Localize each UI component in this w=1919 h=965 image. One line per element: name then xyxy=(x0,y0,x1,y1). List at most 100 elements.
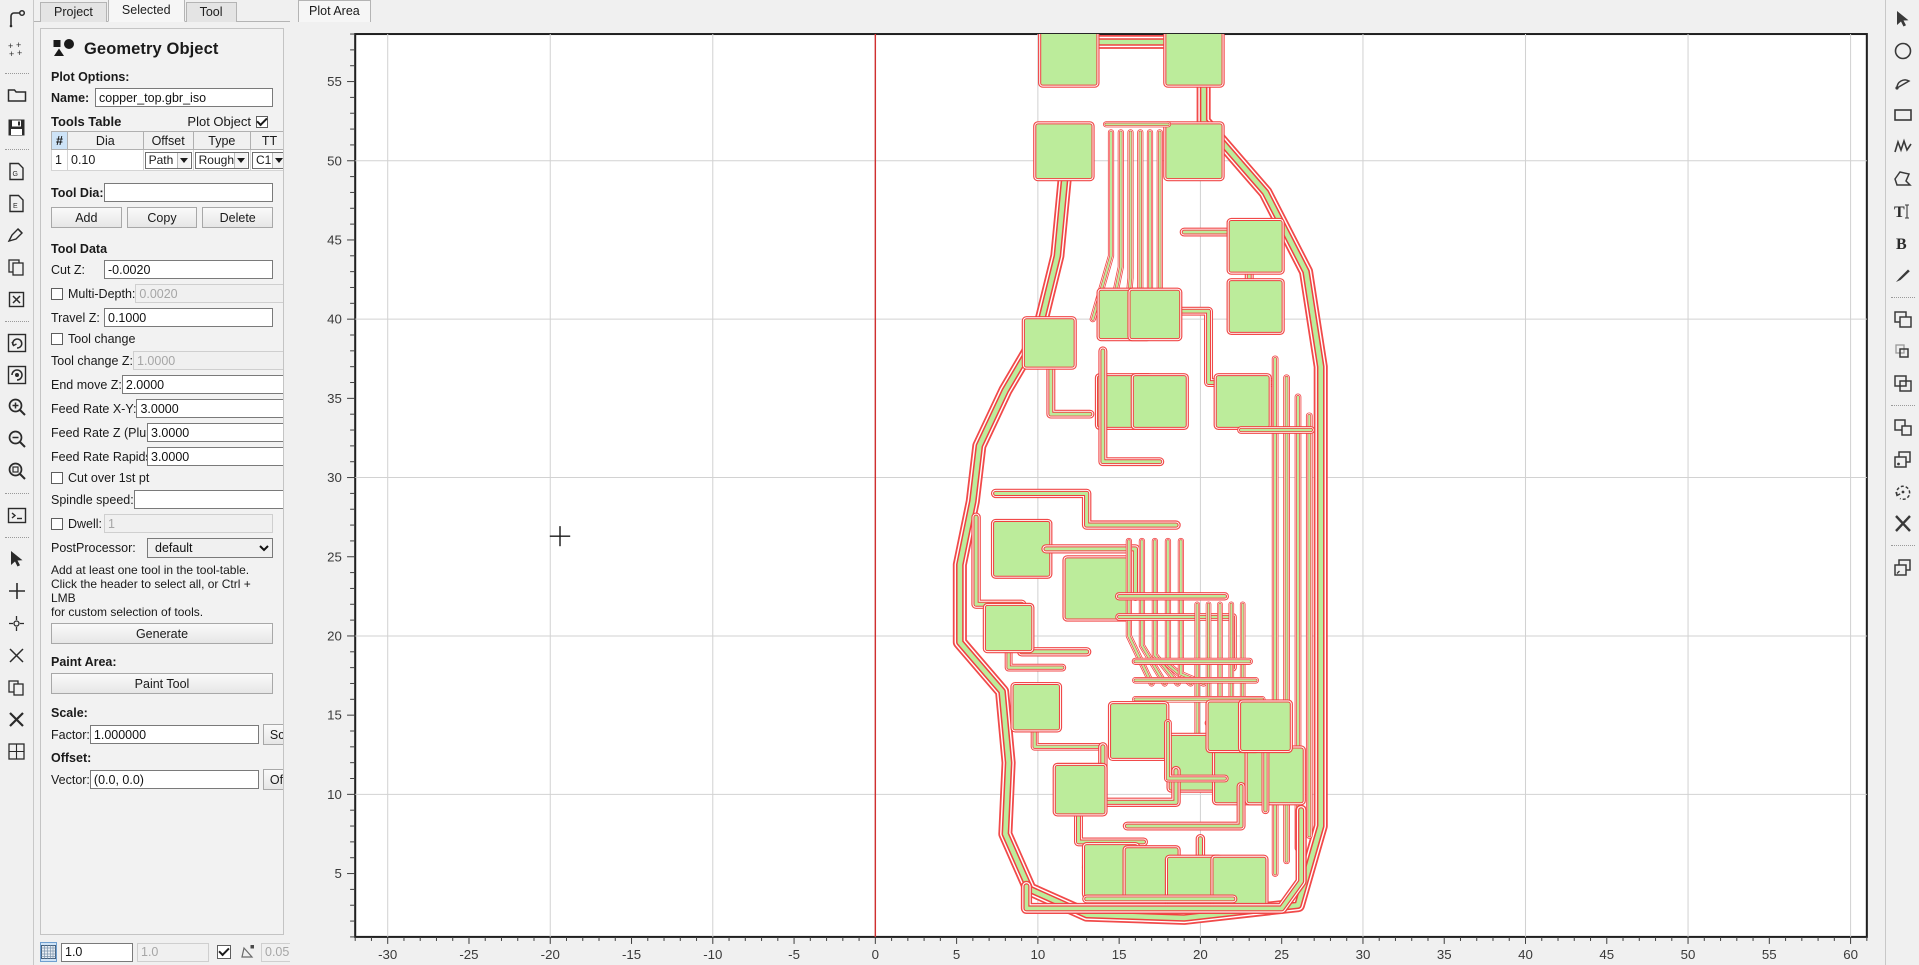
col-header-type[interactable]: Type xyxy=(192,131,252,150)
shell-terminal-icon[interactable] xyxy=(2,500,32,530)
feed-rate-rapids-input[interactable] xyxy=(147,447,283,466)
move-shape-icon[interactable] xyxy=(1888,552,1918,582)
col-header-num[interactable]: # xyxy=(51,131,68,150)
delete-button[interactable]: Delete xyxy=(202,207,274,228)
col-header-dia[interactable]: Dia xyxy=(67,131,144,150)
feed-rate-xy-input[interactable] xyxy=(136,399,283,418)
paint-tool-icon[interactable] xyxy=(2,672,32,702)
tool-change-checkbox[interactable] xyxy=(51,333,63,345)
chevron-down-icon xyxy=(176,152,190,168)
end-move-z-input[interactable] xyxy=(121,375,283,394)
edit-object-icon[interactable] xyxy=(2,220,32,250)
transform-rotate-icon[interactable] xyxy=(1888,476,1918,506)
draw-polygon-icon[interactable] xyxy=(1888,164,1918,194)
name-row: Name: xyxy=(51,88,273,107)
copy-button[interactable]: Copy xyxy=(126,207,198,228)
col-header-tt[interactable]: TT xyxy=(250,131,283,150)
tool-dia-input[interactable] xyxy=(104,183,273,202)
buffer-icon[interactable]: B xyxy=(1888,228,1918,258)
cut-path-icon[interactable] xyxy=(1888,412,1918,442)
multi-depth-checkbox[interactable] xyxy=(51,287,63,300)
type-dropdown[interactable]: Rough xyxy=(194,151,249,169)
dwell-checkbox[interactable] xyxy=(51,517,63,530)
new-excellon-doc-icon[interactable]: E xyxy=(2,188,32,218)
zoom-fit-icon[interactable] xyxy=(2,456,32,486)
scale-button[interactable]: Scale xyxy=(262,724,283,745)
svg-text:40: 40 xyxy=(1518,947,1533,962)
zoom-out-icon[interactable] xyxy=(2,424,32,454)
cut-over-1st-pt-checkbox[interactable] xyxy=(51,472,63,484)
tab-tool[interactable]: Tool xyxy=(185,2,237,22)
delete-object-icon[interactable] xyxy=(2,284,32,314)
measurement-icon[interactable] xyxy=(2,608,32,638)
replot-object-icon[interactable] xyxy=(2,328,32,358)
grid-x-input[interactable] xyxy=(61,942,133,962)
delete-shape-icon[interactable] xyxy=(2,704,32,734)
cutout-tool-icon[interactable] xyxy=(2,640,32,670)
offset-dropdown[interactable]: Path xyxy=(144,151,192,169)
paint-tool-button[interactable]: Paint Tool xyxy=(51,673,273,694)
select-arrow-icon[interactable] xyxy=(1888,4,1918,34)
add-button[interactable]: Add xyxy=(51,207,122,228)
draw-arc-icon[interactable] xyxy=(1888,68,1918,98)
generate-button[interactable]: Generate xyxy=(51,623,273,644)
draw-circle-icon[interactable] xyxy=(1888,36,1918,66)
zoom-in-icon[interactable] xyxy=(2,392,32,422)
save-project-icon[interactable] xyxy=(2,112,32,142)
copy-shape-icon[interactable] xyxy=(1888,444,1918,474)
toolbar-separator xyxy=(4,537,29,538)
paint-brush-icon[interactable] xyxy=(1888,260,1918,290)
multi-depth-input xyxy=(135,284,283,303)
delete-shape-x-icon[interactable] xyxy=(1888,508,1918,538)
field-dwell: Dwell: xyxy=(51,514,273,533)
travel-z-input[interactable] xyxy=(104,308,273,327)
tools-table-header[interactable]: # Dia Offset Type TT xyxy=(51,131,283,150)
open-project-folder-icon[interactable] xyxy=(2,80,32,110)
field-postprocessor: PostProcessor: default xyxy=(51,538,273,558)
open-excellon-icon[interactable]: + + + + xyxy=(2,36,32,66)
left-panel: Project Selected Tool Geometry Object Pl… xyxy=(34,0,290,965)
svg-text:T: T xyxy=(1894,204,1905,221)
tt-dropdown[interactable]: C1 xyxy=(252,151,283,169)
draw-polyline-icon[interactable] xyxy=(1888,132,1918,162)
snap-corner-icon[interactable] xyxy=(240,942,257,962)
vector-input[interactable] xyxy=(89,770,259,789)
plot-object-checkbox[interactable] xyxy=(256,115,268,128)
end-move-z-label: End move Z: xyxy=(51,377,122,392)
feed-rate-z-input[interactable] xyxy=(147,423,283,442)
toolbar-separator xyxy=(1890,405,1915,406)
cut-z-input[interactable] xyxy=(104,260,273,279)
add-text-icon[interactable]: T xyxy=(1888,196,1918,226)
panelize-icon[interactable] xyxy=(2,736,32,766)
toolbar-separator xyxy=(4,321,29,322)
clear-plot-icon[interactable] xyxy=(2,360,32,390)
union-icon[interactable] xyxy=(1888,304,1918,334)
grid-link-checkbox[interactable] xyxy=(217,945,231,959)
table-row[interactable]: 1 0.10 Path Rough C1 xyxy=(51,149,283,171)
svg-text:35: 35 xyxy=(1437,947,1452,962)
type-value: Rough xyxy=(198,153,234,167)
select-cursor-icon[interactable] xyxy=(2,544,32,574)
subtract-icon[interactable] xyxy=(1888,368,1918,398)
name-input[interactable] xyxy=(95,88,273,107)
move-crosshair-icon[interactable] xyxy=(2,576,32,606)
pcb-plot-svg[interactable]: -30 -25 -20 -15 -10 -5 0 5 10 15 20 25 30 35 40 45 50 55 6… xyxy=(294,22,1875,965)
new-gerber-doc-icon[interactable]: G xyxy=(2,156,32,186)
postprocessor-select[interactable]: default xyxy=(147,538,273,558)
draw-rectangle-icon[interactable] xyxy=(1888,100,1918,130)
tab-project[interactable]: Project xyxy=(40,2,107,22)
grid-icon[interactable] xyxy=(40,942,57,962)
tab-plot-area[interactable]: Plot Area xyxy=(298,0,371,22)
open-gerber-icon[interactable] xyxy=(2,4,32,34)
cell-tool-dia[interactable]: 0.10 xyxy=(67,149,144,171)
tools-table-label: Tools Table xyxy=(51,114,122,129)
tab-selected[interactable]: Selected xyxy=(107,0,185,22)
copy-object-icon[interactable] xyxy=(2,252,32,282)
factor-input[interactable] xyxy=(89,725,259,744)
col-header-offset[interactable]: Offset xyxy=(142,131,194,150)
intersection-icon[interactable] xyxy=(1888,336,1918,366)
offset-button[interactable]: Offset xyxy=(262,769,283,790)
plot-canvas[interactable]: -30 -25 -20 -15 -10 -5 0 5 10 15 20 25 30 35 40 45 50 55 6… xyxy=(294,22,1875,965)
svg-text:60: 60 xyxy=(1843,947,1858,962)
spindle-speed-input[interactable] xyxy=(133,490,283,509)
